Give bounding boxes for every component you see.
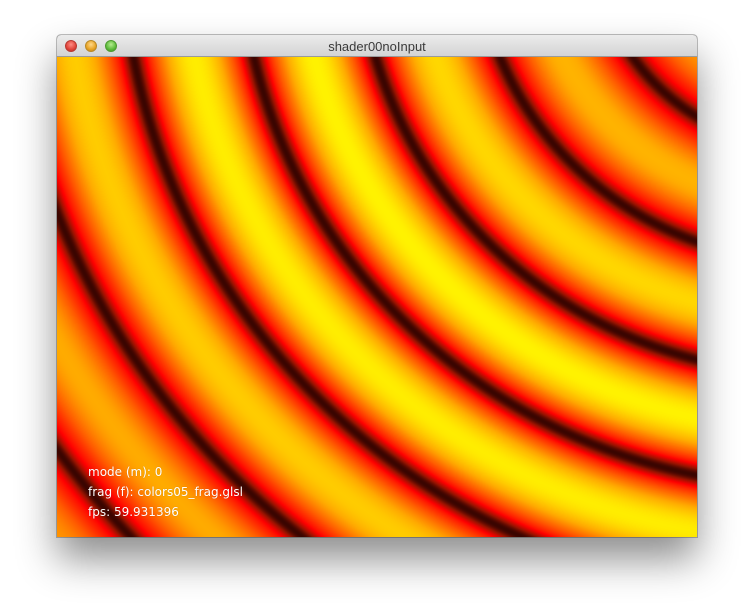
title-bar[interactable]: shader00noInput xyxy=(57,35,697,57)
fps-readout: fps: 59.931396 xyxy=(88,505,179,519)
mode-readout: mode (m): 0 xyxy=(88,465,163,479)
app-window: shader00noInput mode (m): 0 frag (f): co… xyxy=(57,35,697,537)
frag-readout: frag (f): colors05_frag.glsl xyxy=(88,485,243,499)
window-title: shader00noInput xyxy=(328,39,426,54)
